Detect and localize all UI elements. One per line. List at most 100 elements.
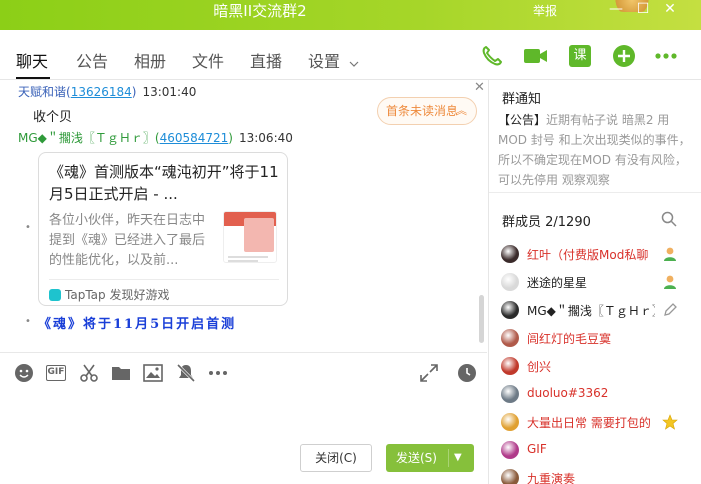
taptap-icon [49,288,61,301]
window-title: 暗黑II交流群2 [213,2,307,20]
emoji-icon[interactable] [13,362,35,384]
member-name: GIF [527,442,547,456]
avatar[interactable] [501,413,519,431]
notice-title[interactable]: 群通知 [502,88,541,107]
card-source: TapTap 发现好游戏 [49,286,169,303]
double-up-icon: ︽ [456,104,467,117]
member-name: 闾红灯的毛豆寞 [527,332,612,346]
phone-icon[interactable] [479,43,505,69]
maximize-button[interactable]: ☐ [633,1,653,19]
history-icon[interactable] [456,362,478,384]
card-title: 《魂》首测版本“魂沌初开”将于11月5日正式开启 - ... [49,163,279,203]
gif-icon-label: GIF [46,365,66,381]
avatar[interactable] [501,385,519,403]
member-row[interactable]: MG◆＂擱浅〖ＴｇＨｒ〗 [501,300,696,322]
card-description: 各位小伙伴，昨天在日志中提到《魂》已经进入了最后的性能优化，以及前... [49,213,206,268]
tab-settings-label: 设置 [308,52,341,71]
edit-icon[interactable] [661,301,679,319]
send-label: 发送(S) [396,451,437,465]
card-source-label: TapTap 发现好游戏 [65,288,170,302]
member-row[interactable]: 闾红灯的毛豆寞 [501,328,696,350]
member-name: MG◆＂擱浅〖ＴｇＨｒ〗 [527,304,655,318]
avatar[interactable] [501,301,519,319]
image-icon[interactable] [142,362,164,384]
notice-content[interactable]: 【公告】近期有帖子说 暗黑2 用MOD 封号 和上次出现类似的事件， 所以不确定… [498,110,698,190]
group-side-panel: 群通知 【公告】近期有帖子说 暗黑2 用MOD 封号 和上次出现类似的事件， 所… [488,80,701,484]
member-row[interactable]: 迷途的星星 [501,272,696,294]
tab-chat[interactable]: 聊天 [16,48,48,72]
message-sender: 天赋和谐(13626184) 13:01:40 [18,85,197,99]
panel-divider [489,192,701,193]
folder-icon[interactable] [110,362,132,384]
tab-bar: 聊天 公告 相册 文件 直播 设置 课 [0,30,701,80]
tab-settings[interactable]: 设置 [308,48,359,72]
sender-uid[interactable]: 13626184 [71,85,132,99]
message-time: 13:06:40 [238,131,293,145]
admin-badge-icon [661,273,679,291]
first-unread-button[interactable]: 首条未读消息 ︽ [377,97,477,125]
admin-badge-icon [661,245,679,263]
sender-uid[interactable]: 460584721 [160,131,229,145]
unread-label: 首条未读消息 [386,104,459,118]
lesson-glyph: 课 [569,45,591,67]
chat-scrollbar[interactable] [479,295,484,343]
message-text: 收个贝 [33,110,73,125]
chevron-down-icon [349,53,359,72]
close-icon[interactable]: ✕ [474,80,485,95]
input-toolbar: GIF [0,352,487,390]
close-window-button[interactable]: ✕ [660,1,680,19]
bullet-dot: • [25,222,31,233]
member-row[interactable]: 创兴 [501,356,696,378]
member-name: 大量出日常 需要打包的 [527,416,651,430]
mute-icon[interactable] [175,362,197,384]
scissors-icon[interactable] [78,362,100,384]
more-icon[interactable] [653,43,679,69]
active-tab-indicator [16,77,50,79]
member-row[interactable]: 大量出日常 需要打包的 [501,412,696,434]
message-time: 13:01:40 [142,85,197,99]
expand-icon[interactable] [418,362,440,384]
send-options-dropdown[interactable]: ▼ [454,444,462,472]
sender-name[interactable]: 天赋和谐 [18,85,66,99]
member-row[interactable]: GIF [501,440,696,462]
lesson-icon[interactable]: 课 [567,43,593,69]
message-sender: MG◆＂擱浅〖ＴｇＨｒ〗(460584721) 13:06:40 [18,131,293,145]
member-row[interactable]: duoluo#3362 [501,384,696,406]
card-thumbnail [223,211,277,263]
member-row[interactable]: 红叶（付费版Mod私聊 [501,244,696,266]
member-row[interactable]: 九重演奏 [501,468,696,484]
avatar[interactable] [501,441,519,459]
add-icon[interactable] [611,43,637,69]
member-name: duoluo#3362 [527,386,609,400]
message-text: 《魂》将于11月5日开启首测 [38,317,237,332]
member-count: 群成员 2/1290 [502,215,591,230]
member-name: 创兴 [527,360,552,374]
notice-tag: 【公告】 [498,113,547,127]
link-card[interactable]: 《魂》首测版本“魂沌初开”将于11月5日正式开启 - ... 各位小伙伴，昨天在… [38,152,288,306]
member-name: 红叶（付费版Mod私聊 [527,248,649,262]
title-bar: 暗黑II交流群2 举报 — ☐ ✕ [0,0,701,30]
send-button[interactable]: 发送(S) ▼ [386,444,474,472]
tab-live[interactable]: 直播 [250,48,282,72]
close-button[interactable]: 关闭(C) [300,444,372,472]
tab-announcement[interactable]: 公告 [76,48,108,72]
avatar[interactable] [501,469,519,484]
search-icon[interactable] [661,211,677,230]
minimize-button[interactable]: — [606,1,626,19]
tab-files[interactable]: 文件 [192,48,224,72]
video-icon[interactable] [523,43,549,69]
report-link[interactable]: 举报 [533,2,557,19]
gif-icon[interactable]: GIF [45,362,67,384]
member-name: 迷途的星星 [527,276,588,290]
send-separator [448,449,449,467]
tab-album[interactable]: 相册 [134,48,166,72]
avatar[interactable] [501,245,519,263]
avatar[interactable] [501,357,519,375]
avatar[interactable] [501,273,519,291]
more-icon[interactable] [207,362,229,384]
bullet-dot: • [25,316,31,327]
sender-name[interactable]: MG◆＂擱浅〖ＴｇＨｒ〗 [18,131,155,145]
member-name: 九重演奏 [527,472,576,484]
avatar[interactable] [501,329,519,347]
card-divider [49,279,279,280]
